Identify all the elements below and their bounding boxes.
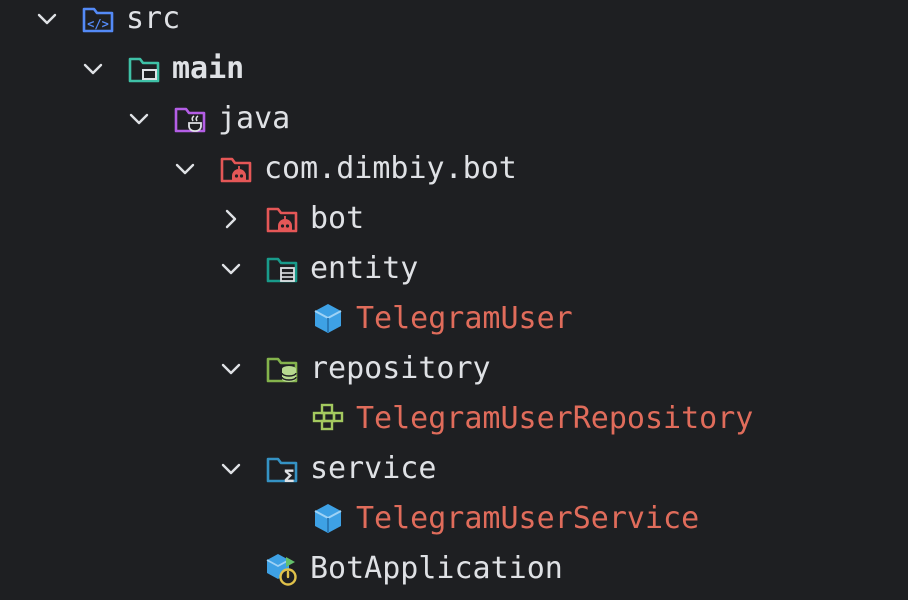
tree-node-telegram-user[interactable]: TelegramUser (264, 294, 573, 344)
tree-node-label: repository (310, 351, 491, 386)
chevron-down-icon[interactable] (126, 106, 152, 132)
tree-node-bot-application[interactable]: BotApplication (218, 544, 563, 594)
tree-node-label: java (218, 101, 291, 136)
chevron-down-icon[interactable] (218, 256, 244, 282)
tree-node-label: bot (310, 201, 365, 236)
tree-node-telegram-user-repository[interactable]: TelegramUserRepository (264, 394, 753, 444)
tree-node-bot[interactable]: bot (218, 194, 364, 244)
tree-node-main[interactable]: main (80, 44, 244, 94)
tree-node-telegram-user-service[interactable]: TelegramUserService (264, 494, 699, 544)
java-source-folder-icon (172, 101, 208, 137)
tree-node-label: com.dimbiy.bot (264, 151, 517, 186)
service-folder-icon: Σ (264, 451, 300, 487)
tree-node-label: main (172, 51, 245, 86)
chevron-right-icon[interactable] (218, 206, 244, 232)
project-tree: </> src main java com.dimbiy.bot bot ent… (0, 0, 908, 600)
tree-node-src[interactable]: </> src (34, 0, 180, 44)
service-class-icon (310, 501, 346, 537)
tree-node-label: src (126, 1, 181, 36)
module-folder-icon (126, 51, 162, 87)
tree-node-label: entity (310, 251, 419, 286)
chevron-down-icon[interactable] (172, 156, 198, 182)
repository-folder-icon (264, 351, 300, 387)
svg-text:Σ: Σ (283, 467, 295, 487)
repository-interface-icon (310, 401, 346, 437)
tree-node-label: service (310, 451, 437, 486)
entity-class-icon (310, 301, 346, 337)
spring-boot-app-icon (264, 551, 300, 587)
chevron-down-icon[interactable] (34, 6, 60, 32)
tree-node-package-com-dimbiy-bot[interactable]: com.dimbiy.bot (172, 144, 517, 194)
tree-node-label: BotApplication (310, 551, 563, 586)
chevron-down-icon[interactable] (80, 56, 106, 82)
chevron-down-icon[interactable] (218, 456, 244, 482)
entity-folder-icon (264, 251, 300, 287)
tree-node-service[interactable]: Σ service (218, 444, 436, 494)
svg-text:</>: </> (87, 17, 109, 31)
bot-package-icon (218, 151, 254, 187)
source-folder-icon: </> (80, 1, 116, 37)
tree-node-label: TelegramUserRepository (356, 401, 754, 436)
tree-node-java[interactable]: java (126, 94, 290, 144)
tree-node-entity[interactable]: entity (218, 244, 418, 294)
tree-node-label: TelegramUserService (356, 501, 700, 536)
tree-node-label: TelegramUser (356, 301, 573, 336)
bot-package-icon (264, 201, 300, 237)
tree-node-repository[interactable]: repository (218, 344, 491, 394)
chevron-down-icon[interactable] (218, 356, 244, 382)
